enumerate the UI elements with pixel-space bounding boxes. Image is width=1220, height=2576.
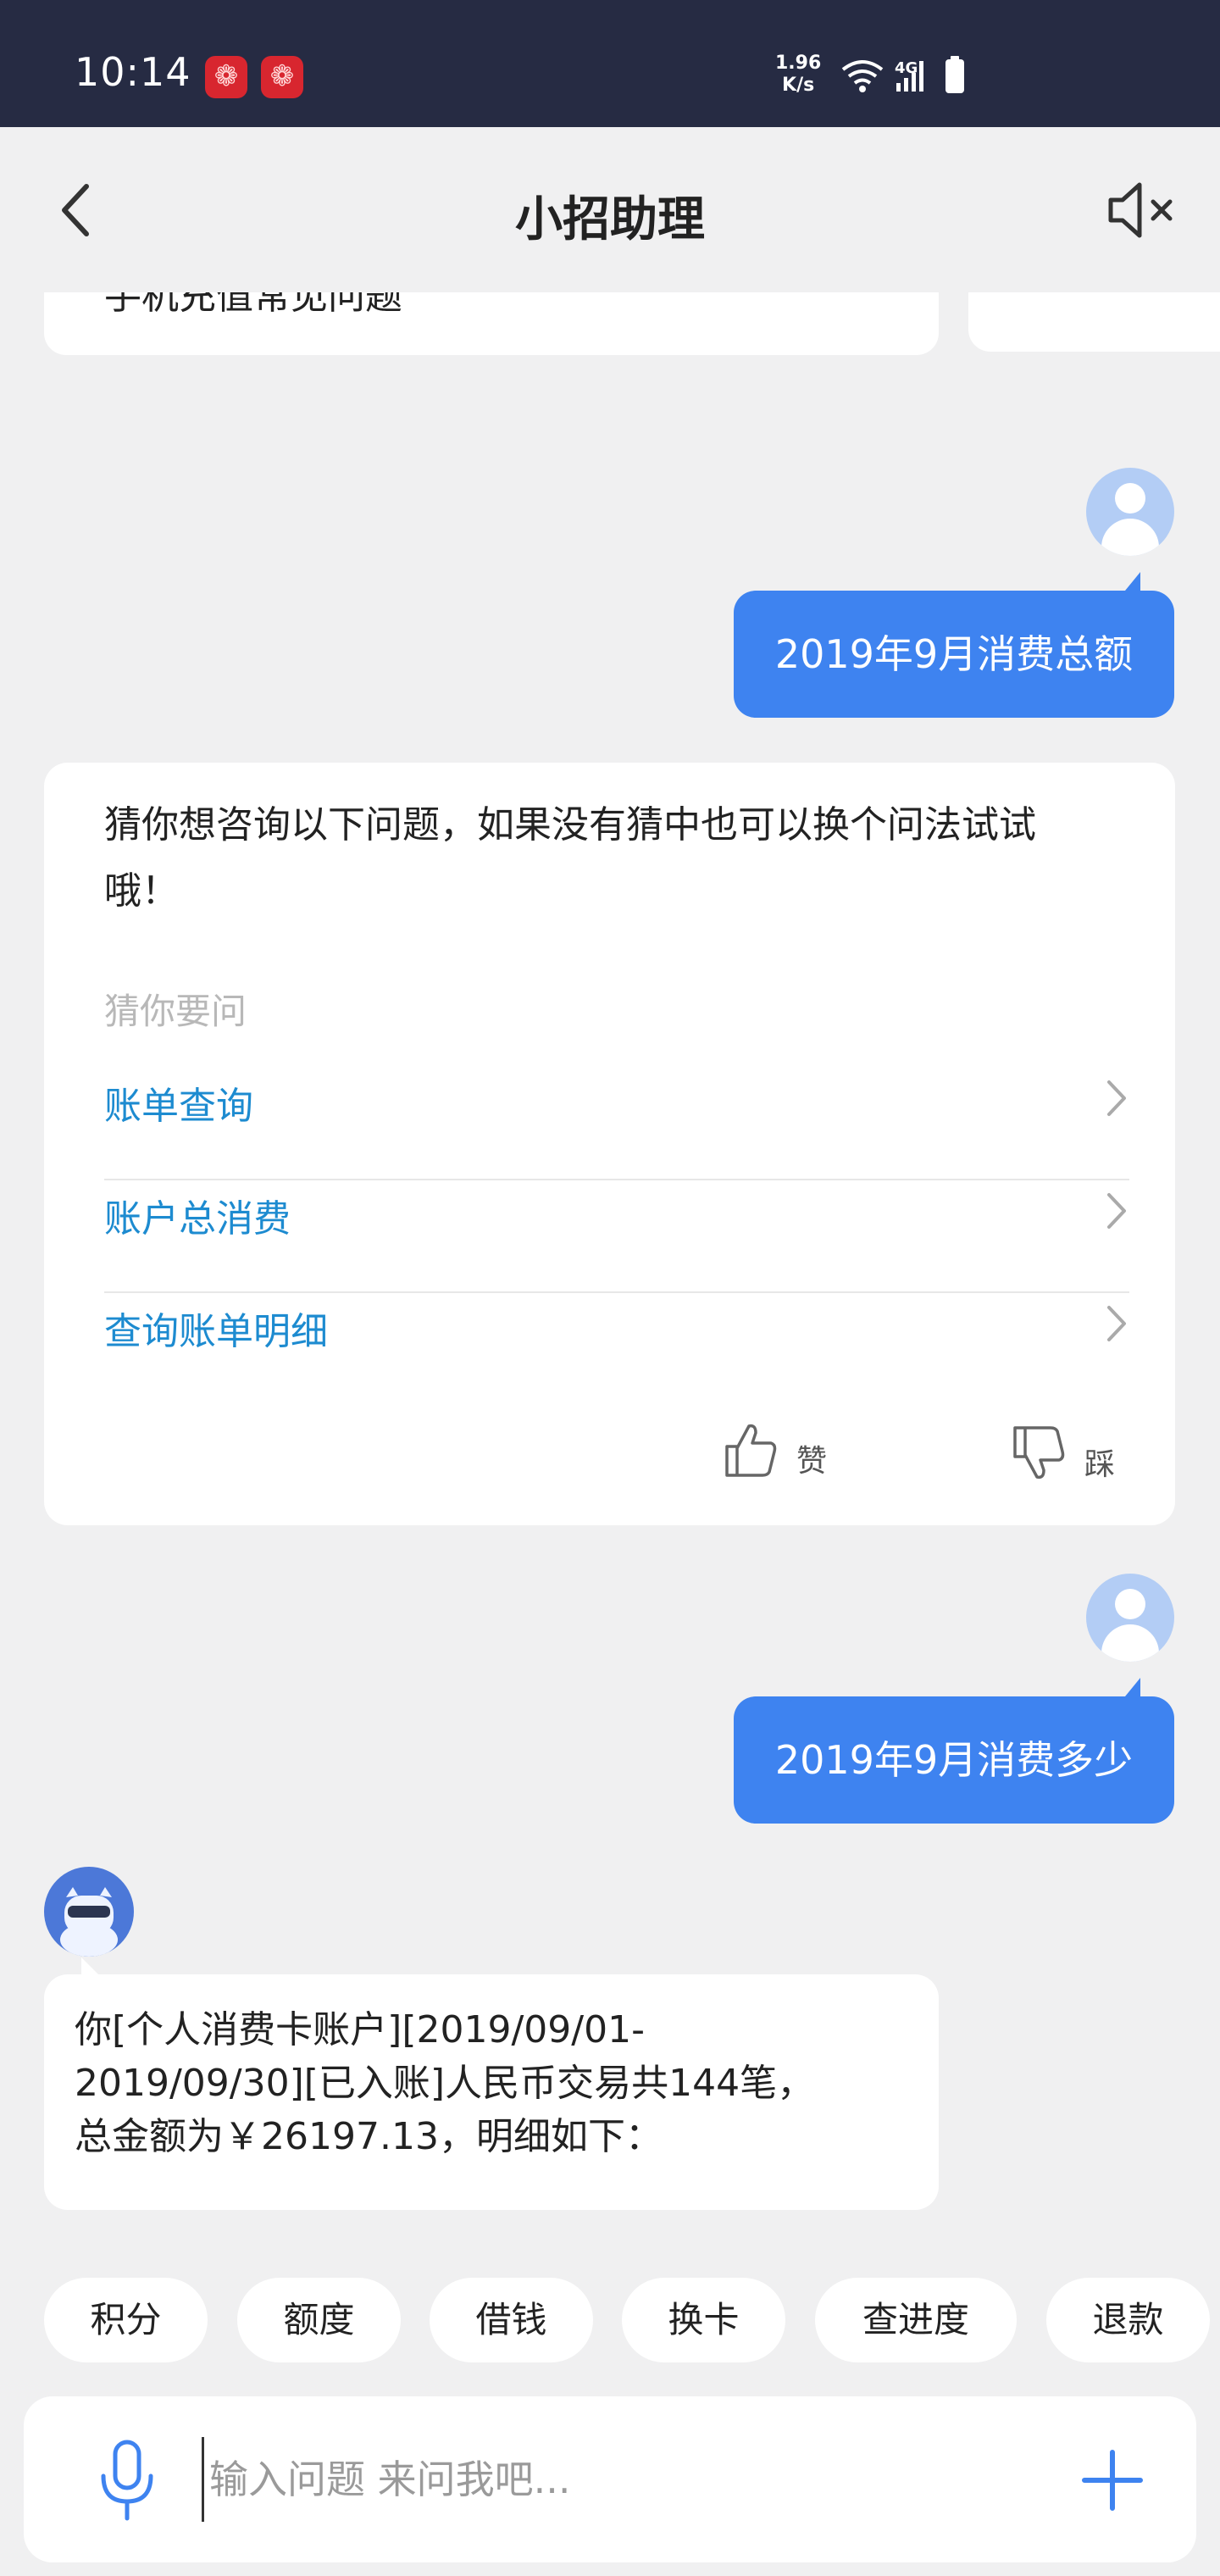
suggestion-link-bill-detail[interactable]: 查询账单明细 bbox=[104, 1269, 1129, 1381]
suggestion-link-label: 账单查询 bbox=[104, 1085, 253, 1128]
chevron-right-icon bbox=[1107, 1193, 1126, 1229]
chevron-right-icon bbox=[1107, 1306, 1126, 1341]
like-label: 赞 bbox=[796, 1444, 828, 1479]
speaker-muted-icon[interactable] bbox=[1106, 180, 1182, 241]
chip-check-progress[interactable]: 查进度 bbox=[815, 2278, 1017, 2362]
microphone-icon[interactable] bbox=[78, 2439, 176, 2523]
dislike-label: 踩 bbox=[1084, 1447, 1116, 1482]
battery-icon bbox=[946, 56, 964, 93]
suggestion-intro-line1: 猜你想咨询以下问题，如果没有猜中也可以换个问法试试 bbox=[104, 803, 1036, 847]
status-bar: 10:14 1.96 K/s 4G bbox=[0, 0, 1220, 127]
suggestion-link-total-spend[interactable]: 账户总消费 bbox=[104, 1156, 1129, 1269]
wifi-icon bbox=[841, 60, 884, 85]
chip-replace-card[interactable]: 换卡 bbox=[622, 2278, 785, 2362]
thumbs-down-icon bbox=[1013, 1426, 1065, 1480]
chip-credit-limit[interactable]: 额度 bbox=[237, 2278, 401, 2362]
bot-message-text: 你[个人消费卡账户][2019/09/01- 2019/09/30][已入账]人… bbox=[75, 2003, 814, 2163]
network-speed: 1.96 K/s bbox=[775, 53, 821, 97]
question-input[interactable] bbox=[202, 2437, 1049, 2522]
notification-icon bbox=[261, 56, 303, 98]
plus-icon[interactable] bbox=[1074, 2442, 1151, 2518]
user-avatar bbox=[1086, 468, 1174, 556]
speed-value: 1.96 bbox=[775, 53, 822, 74]
suggestion-link-label: 查询账单明细 bbox=[104, 1310, 328, 1353]
page-title: 小招助理 bbox=[515, 192, 705, 247]
wifi-signal-battery-icons: 4G bbox=[841, 56, 964, 93]
bot-message-bubble: 你[个人消费卡账户][2019/09/01- 2019/09/30][已入账]人… bbox=[44, 1957, 939, 2210]
input-bar bbox=[24, 2396, 1196, 2562]
bot-message-line: 2019/09/30][已入账]人民币交易共144笔， bbox=[75, 2062, 815, 2105]
user-message-text: 2019年9月消费总额 bbox=[774, 631, 1134, 677]
bot-message-line: 你[个人消费卡账户][2019/09/01- bbox=[75, 2008, 645, 2051]
suggestion-link-bill-query[interactable]: 账单查询 bbox=[104, 1043, 1129, 1156]
user-message-bubble: 2019年9月消费多少 bbox=[734, 1678, 1174, 1824]
like-button[interactable]: 赞 bbox=[722, 1419, 849, 1487]
chip-points[interactable]: 积分 bbox=[44, 2278, 208, 2362]
chat-area[interactable]: 手机充值常见问题 2019年9月消费总额 猜你想咨询以下问题，如果没有猜中也可以… bbox=[0, 292, 1220, 2241]
previous-answer-card-next[interactable] bbox=[968, 292, 1220, 352]
guess-label: 猜你要问 bbox=[104, 991, 247, 1032]
speed-unit: K/s bbox=[782, 75, 815, 96]
thumbs-up-icon bbox=[725, 1424, 777, 1477]
chip-borrow[interactable]: 借钱 bbox=[430, 2278, 593, 2362]
previous-card-text: 手机充值常见问题 bbox=[104, 292, 402, 318]
user-avatar bbox=[1086, 1574, 1174, 1662]
quick-reply-chips: 积分 额度 借钱 换卡 查进度 退款 bbox=[0, 2278, 1220, 2366]
bot-avatar bbox=[44, 1867, 134, 1957]
chip-refund[interactable]: 退款 bbox=[1046, 2278, 1210, 2362]
app-header: 小招助理 bbox=[0, 127, 1220, 292]
bot-message-line: 总金额为￥26197.13，明细如下： bbox=[75, 2115, 663, 2158]
dislike-button[interactable]: 踩 bbox=[1010, 1423, 1137, 1491]
user-message-text: 2019年9月消费多少 bbox=[774, 1737, 1134, 1783]
user-message-bubble: 2019年9月消费总额 bbox=[734, 572, 1174, 718]
chevron-right-icon bbox=[1107, 1080, 1126, 1116]
previous-answer-card: 手机充值常见问题 bbox=[44, 292, 939, 355]
suggestion-intro-line2: 哦！ bbox=[104, 869, 179, 913]
suggestion-link-label: 账户总消费 bbox=[104, 1197, 291, 1241]
status-time: 10:14 bbox=[75, 49, 191, 95]
notification-icon bbox=[205, 56, 247, 98]
